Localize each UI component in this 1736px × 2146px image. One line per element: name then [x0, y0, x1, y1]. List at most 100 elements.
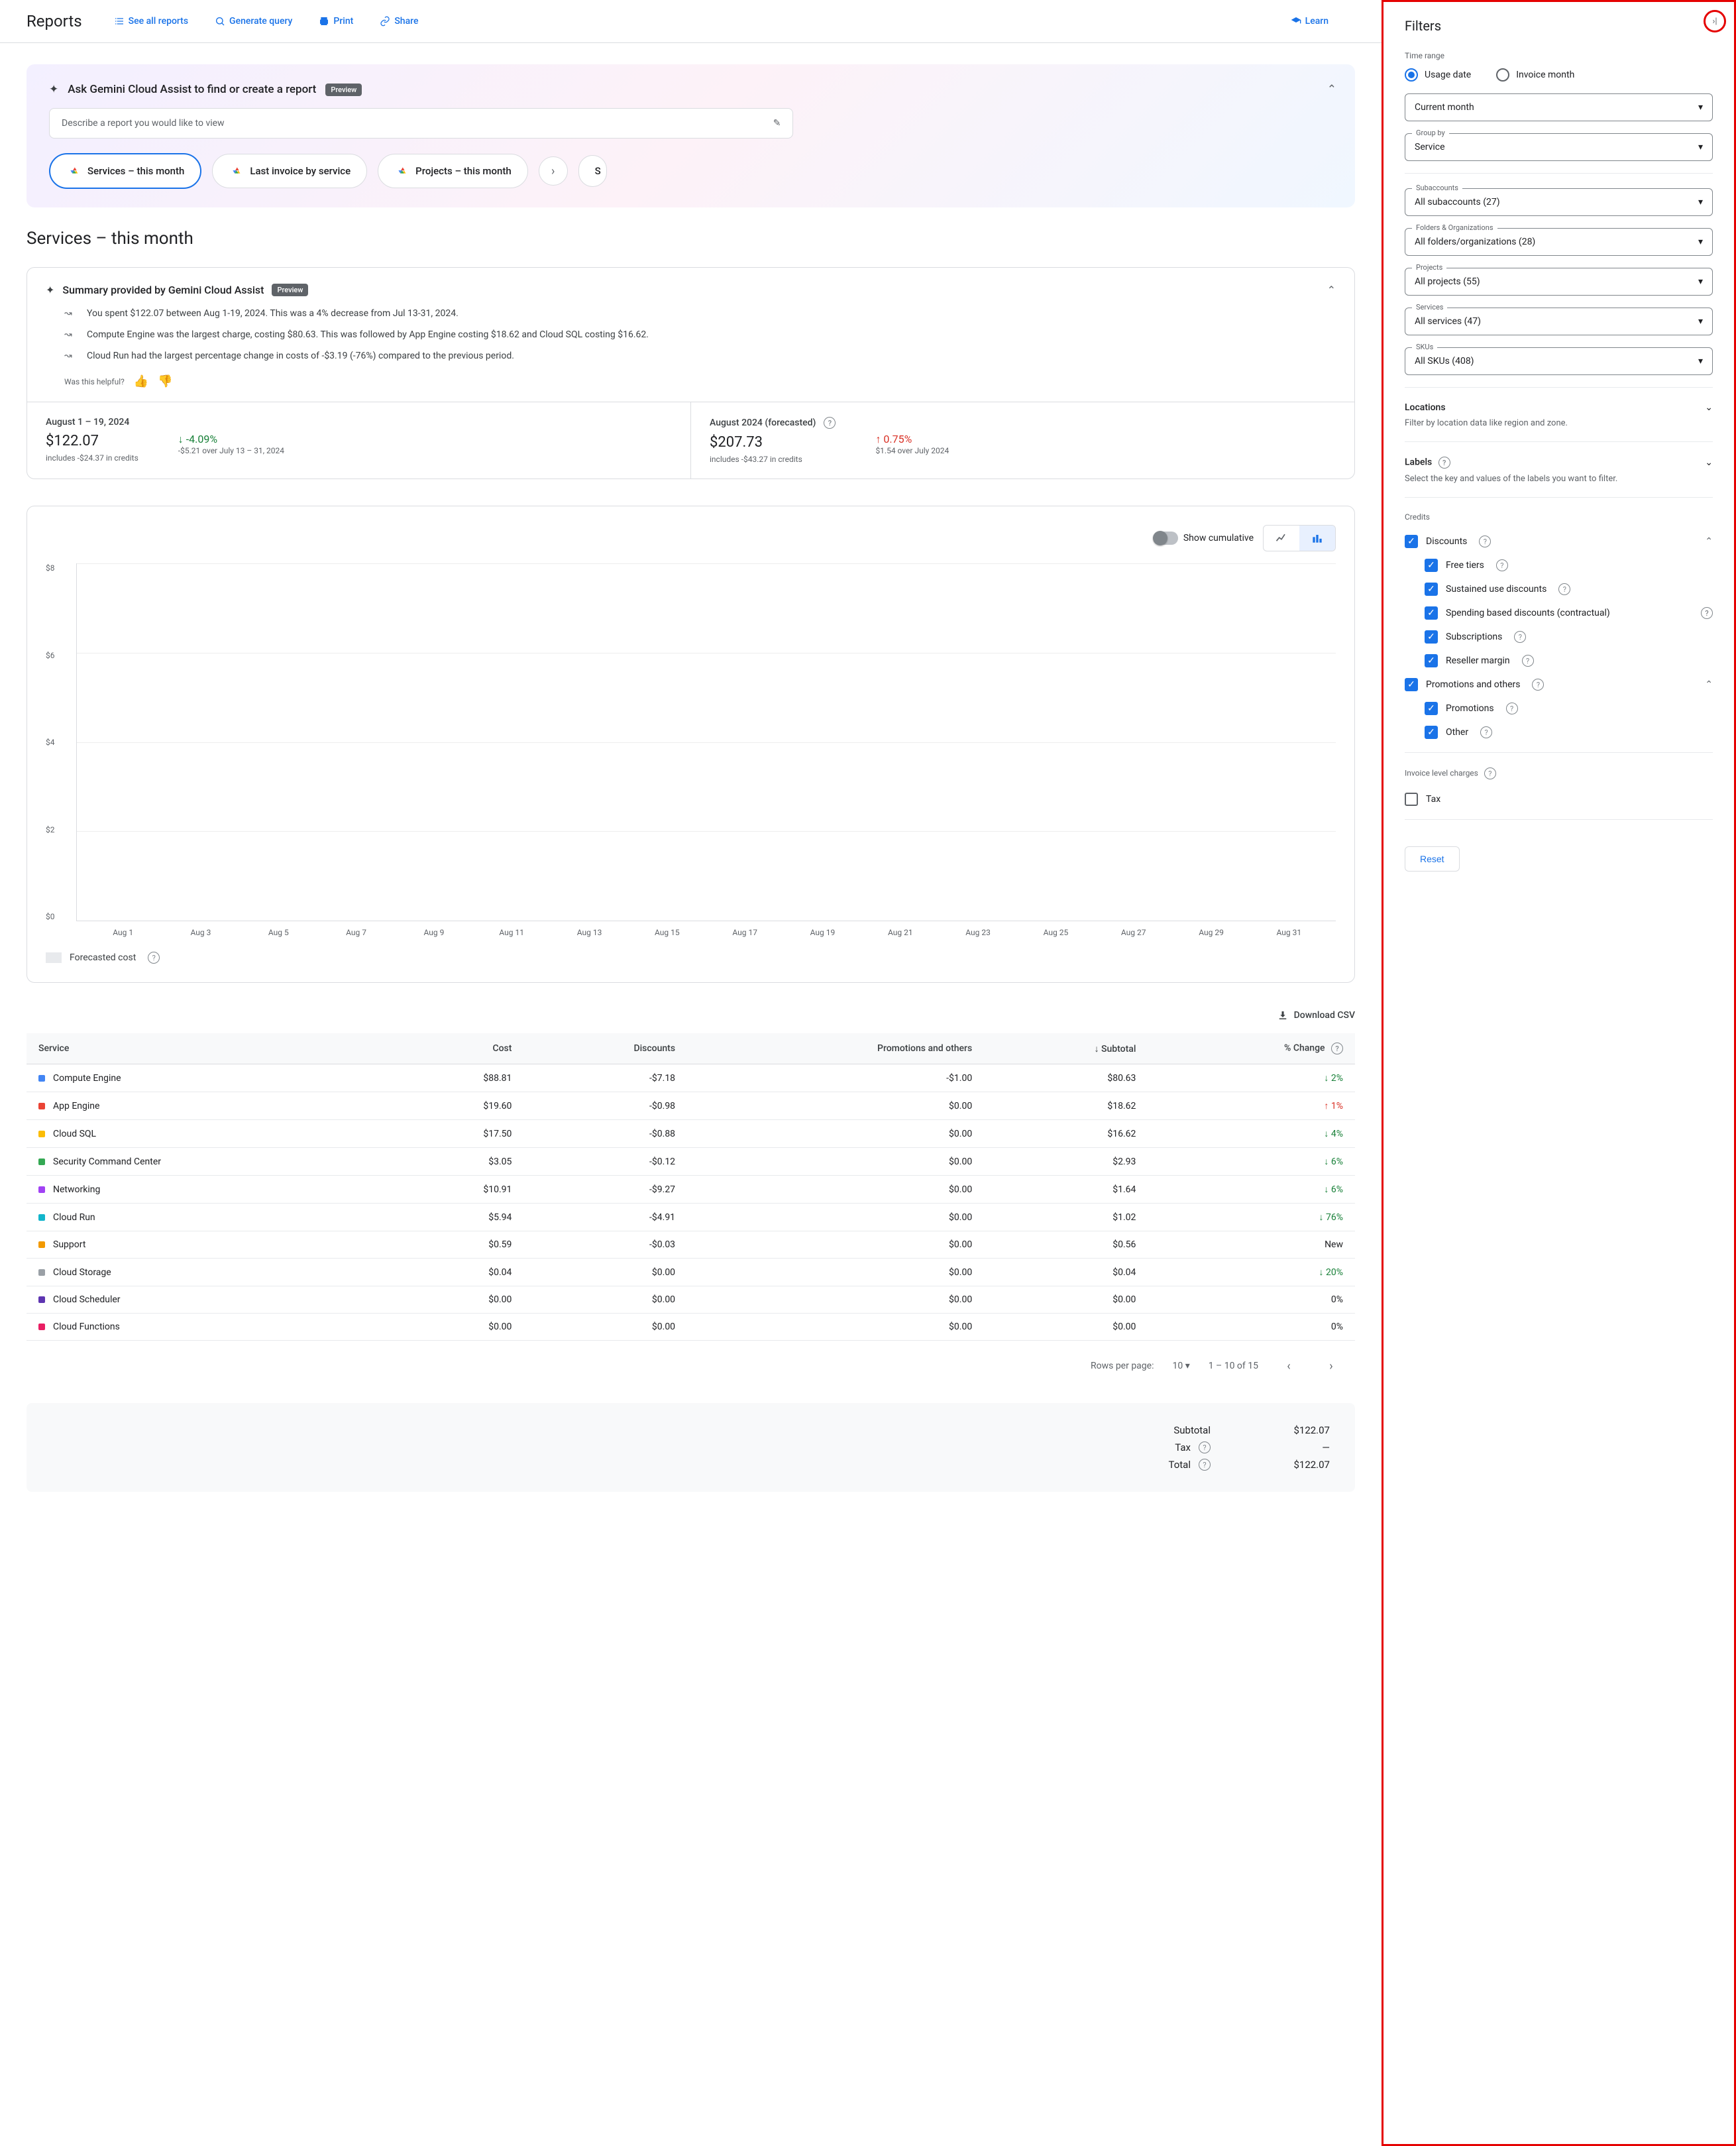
promotions-checkbox[interactable]: ✓Promotions?: [1405, 697, 1713, 720]
filters-panel: Filters ›| Time range Usage date Invoice…: [1382, 0, 1736, 2146]
report-chip[interactable]: Projects – this month: [378, 154, 528, 188]
collapse-filters-button[interactable]: ›|: [1704, 10, 1726, 32]
kpi-forecast-label: August 2024 (forecasted)?: [710, 417, 836, 429]
free-tiers-checkbox[interactable]: ✓Free tiers?: [1405, 553, 1713, 577]
see-all-reports-link[interactable]: See all reports: [114, 16, 188, 27]
help-icon[interactable]: ?: [1438, 457, 1450, 469]
print-link[interactable]: Print: [319, 16, 353, 27]
usage-date-radio[interactable]: Usage date: [1405, 68, 1471, 82]
help-icon[interactable]: ?: [1514, 631, 1526, 643]
projects-select[interactable]: ProjectsAll projects (55)▾: [1405, 268, 1713, 296]
pencil-icon: ✎: [773, 118, 781, 129]
preview-badge: Preview: [272, 284, 308, 296]
promotions-others-checkbox[interactable]: ✓Promotions and others?⌃: [1405, 673, 1713, 697]
subscriptions-checkbox[interactable]: ✓Subscriptions?: [1405, 625, 1713, 649]
col-discounts[interactable]: Discounts: [523, 1033, 687, 1064]
line-chart-button[interactable]: [1264, 526, 1299, 551]
table-row[interactable]: Security Command Center$3.05-$0.12$0.00$…: [27, 1148, 1355, 1176]
generate-query-link[interactable]: Generate query: [215, 16, 292, 27]
invoice-month-radio[interactable]: Invoice month: [1496, 68, 1574, 82]
chip-scroll-right[interactable]: ›: [539, 156, 568, 186]
spending-based-checkbox[interactable]: ✓Spending based discounts (contractual)?: [1405, 601, 1713, 625]
chevron-up-icon[interactable]: ⌃: [1705, 679, 1713, 690]
table-row[interactable]: Cloud Scheduler$0.00$0.00$0.00$0.000%: [27, 1286, 1355, 1314]
help-icon[interactable]: ?: [1558, 583, 1570, 595]
help-icon[interactable]: ?: [1532, 679, 1544, 691]
col-service[interactable]: Service: [27, 1033, 393, 1064]
time-range-label: Time range: [1405, 51, 1713, 60]
table-row[interactable]: Support$0.59-$0.03$0.00$0.56New: [27, 1231, 1355, 1259]
help-icon[interactable]: ?: [824, 417, 836, 429]
col-subtotal[interactable]: ↓ Subtotal: [984, 1033, 1148, 1064]
help-icon[interactable]: ?: [1506, 703, 1518, 714]
learn-link[interactable]: Learn: [1291, 16, 1329, 27]
kpi-period-value: $122.07: [46, 433, 138, 449]
help-icon[interactable]: ?: [148, 952, 160, 964]
filters-title: Filters: [1405, 18, 1441, 34]
other-checkbox[interactable]: ✓Other?: [1405, 720, 1713, 744]
group-by-select[interactable]: Group byService▾: [1405, 133, 1713, 161]
legend-swatch-forecast: [46, 952, 62, 963]
discounts-checkbox[interactable]: ✓Discounts?⌃: [1405, 530, 1713, 553]
report-chip[interactable]: Services – this month: [49, 153, 201, 189]
chevron-up-icon[interactable]: ⌃: [1327, 284, 1336, 296]
chevron-down-icon: ▾: [1698, 316, 1703, 327]
table-row[interactable]: Cloud Run$5.94-$4.91$0.00$1.02↓ 76%: [27, 1204, 1355, 1231]
thumbs-down-icon[interactable]: 👎: [158, 374, 172, 388]
help-icon[interactable]: ?: [1484, 767, 1496, 779]
chevron-down-icon: ⌄: [1705, 402, 1713, 413]
help-icon[interactable]: ?: [1496, 559, 1508, 571]
reset-button[interactable]: Reset: [1405, 846, 1460, 872]
col-cost[interactable]: Cost: [393, 1033, 524, 1064]
download-csv-button[interactable]: Download CSV: [1277, 1009, 1355, 1021]
table-row[interactable]: Cloud Storage$0.04$0.00$0.00$0.04↓ 20%: [27, 1259, 1355, 1286]
help-icon[interactable]: ?: [1331, 1043, 1343, 1054]
table-row[interactable]: Cloud Functions$0.00$0.00$0.00$0.000%: [27, 1314, 1355, 1341]
table-row[interactable]: Networking$10.91-$9.27$0.00$1.64↓ 6%: [27, 1176, 1355, 1204]
bar-chart-button[interactable]: [1299, 526, 1335, 551]
help-icon[interactable]: ?: [1701, 607, 1713, 619]
report-title: Services – this month: [27, 229, 1355, 249]
help-icon[interactable]: ?: [1479, 536, 1491, 547]
table-row[interactable]: Cloud SQL$17.50-$0.88$0.00$16.62↓ 4%: [27, 1120, 1355, 1148]
next-page-button[interactable]: ›: [1319, 1354, 1343, 1378]
labels-expander[interactable]: Labels ?⌄: [1405, 457, 1713, 469]
chevron-up-icon[interactable]: ⌃: [1705, 536, 1713, 547]
kpi-change: ↓ -4.09%: [178, 433, 284, 446]
subaccounts-select[interactable]: SubaccountsAll subaccounts (27)▾: [1405, 188, 1713, 216]
chevron-down-icon: ⌄: [1705, 457, 1713, 468]
prev-page-button[interactable]: ‹: [1277, 1354, 1301, 1378]
help-icon[interactable]: ?: [1480, 726, 1492, 738]
skus-select[interactable]: SKUsAll SKUs (408)▾: [1405, 347, 1713, 375]
summary-card: ✦ Summary provided by Gemini Cloud Assis…: [27, 267, 1355, 479]
col-promo[interactable]: Promotions and others: [687, 1033, 984, 1064]
rows-per-page-select[interactable]: 10 ▾: [1172, 1361, 1189, 1371]
share-link[interactable]: Share: [380, 16, 418, 27]
chevron-down-icon: ▾: [1698, 356, 1703, 367]
col-change[interactable]: % Change ?: [1148, 1033, 1355, 1064]
table-row[interactable]: Compute Engine$88.81-$7.18-$1.00$80.63↓ …: [27, 1064, 1355, 1092]
feedback-row: Was this helpful? 👍 👎: [27, 367, 1354, 402]
cumulative-toggle[interactable]: Show cumulative: [1154, 532, 1254, 545]
reseller-margin-checkbox[interactable]: ✓Reseller margin?: [1405, 649, 1713, 673]
help-icon[interactable]: ?: [1199, 1459, 1211, 1471]
thumbs-up-icon[interactable]: 👍: [134, 374, 148, 388]
table-row[interactable]: App Engine$19.60-$0.98$0.00$18.62↑ 1%: [27, 1092, 1355, 1120]
chevron-up-icon[interactable]: ⌃: [1327, 83, 1336, 96]
sustained-use-checkbox[interactable]: ✓Sustained use discounts?: [1405, 577, 1713, 601]
tax-checkbox[interactable]: Tax: [1405, 787, 1713, 811]
chart-x-axis: Aug 1Aug 3Aug 5Aug 7Aug 9Aug 11Aug 13Aug…: [46, 921, 1336, 937]
time-range-select[interactable]: Current month▾: [1405, 93, 1713, 121]
help-icon[interactable]: ?: [1199, 1441, 1211, 1453]
services-select[interactable]: ServicesAll services (47)▾: [1405, 308, 1713, 335]
gemini-prompt-input[interactable]: Describe a report you would like to view…: [49, 108, 793, 139]
service-dot-icon: [38, 1241, 45, 1248]
folders-select[interactable]: Folders & OrganizationsAll folders/organ…: [1405, 228, 1713, 256]
help-icon[interactable]: ?: [1522, 655, 1534, 667]
arrow-down-icon: ↓: [178, 433, 186, 445]
locations-expander[interactable]: Locations⌄: [1405, 402, 1713, 413]
report-chip-peek[interactable]: S: [578, 155, 607, 187]
chevron-down-icon: ▾: [1698, 276, 1703, 287]
report-chip[interactable]: Last invoice by service: [212, 154, 367, 188]
trend-icon: ↝: [64, 308, 76, 319]
